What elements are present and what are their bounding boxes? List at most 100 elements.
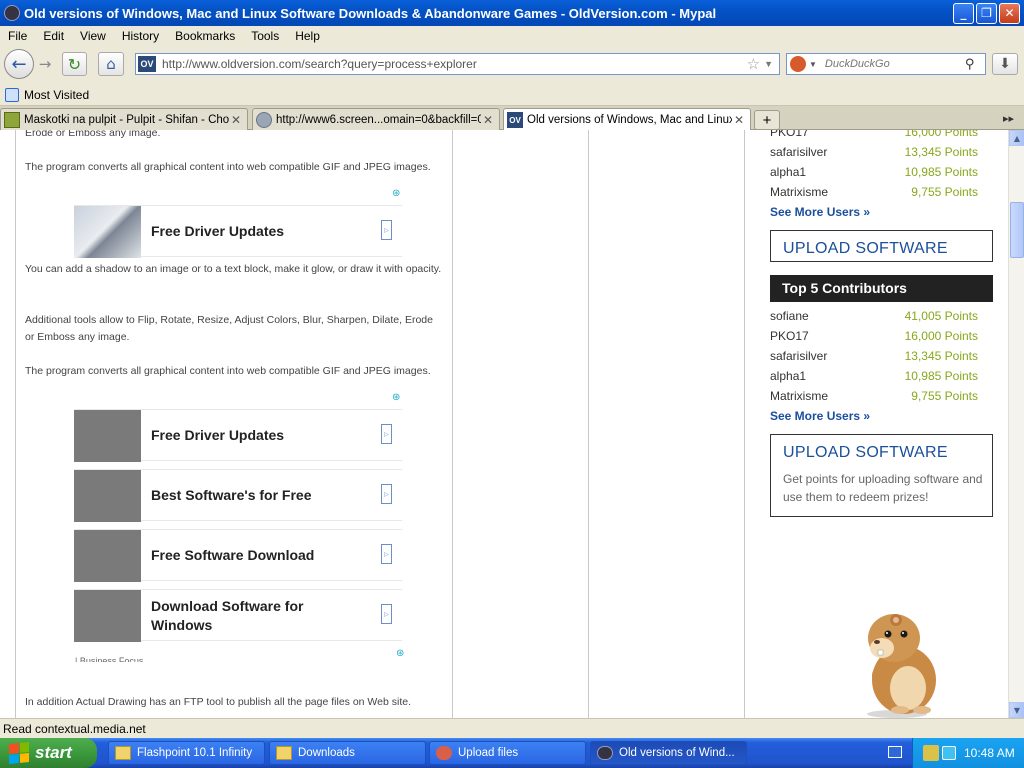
user-name[interactable]: safarisilver xyxy=(770,349,827,363)
ad-arrow-icon[interactable]: ▷ xyxy=(381,424,392,444)
tab-close-icon[interactable]: ✕ xyxy=(481,113,495,127)
user-name[interactable]: Matrixisme xyxy=(770,185,828,199)
window-titlebar: Old versions of Windows, Mac and Linux S… xyxy=(0,0,1024,26)
ad-title[interactable]: Download Software for Windows xyxy=(151,597,351,635)
tab-screen[interactable]: http://www6.screen...omain=0&backfill=0 … xyxy=(252,108,500,130)
hamster-mascot[interactable] xyxy=(852,610,942,718)
search-input[interactable] xyxy=(824,58,965,70)
menu-bookmarks[interactable]: Bookmarks xyxy=(167,29,243,43)
page-scrollbar[interactable]: ▲ ▼ xyxy=(1008,130,1024,718)
contributor-row: safarisilver 13,345 Points xyxy=(770,349,978,367)
window-title: Old versions of Windows, Mac and Linux S… xyxy=(24,5,717,21)
user-name[interactable]: alpha1 xyxy=(770,165,806,179)
menu-edit[interactable]: Edit xyxy=(35,29,72,43)
ad-title[interactable]: Best Software's for Free xyxy=(151,487,312,503)
url-bar[interactable]: OV http://www.oldversion.com/search?quer… xyxy=(135,53,780,75)
tab-close-icon[interactable]: ✕ xyxy=(229,113,243,127)
taskbar-item-flashpoint[interactable]: Flashpoint 10.1 Infinity xyxy=(108,741,265,765)
user-points: 16,000 Points xyxy=(904,130,978,139)
user-name[interactable]: sofiane xyxy=(770,309,809,323)
scroll-up-arrow-icon: ▲ xyxy=(1013,133,1021,143)
ad-unit[interactable]: Free Driver Updates ▷ xyxy=(74,409,402,462)
folder-icon xyxy=(115,746,131,760)
scroll-up-button[interactable]: ▲ xyxy=(1009,130,1024,146)
menu-history[interactable]: History xyxy=(114,29,167,43)
ad-title[interactable]: Free Driver Updates xyxy=(151,223,284,239)
bookmark-star-icon[interactable]: ☆ xyxy=(747,55,760,73)
ad-unit[interactable]: Free Driver Updates ▷ xyxy=(74,205,402,258)
ad-thumbnail xyxy=(74,206,141,258)
column-divider xyxy=(15,130,16,718)
search-icon[interactable]: ⚲ xyxy=(965,57,975,72)
search-engine-dropdown-icon[interactable]: ▼ xyxy=(809,60,817,69)
url-text[interactable]: http://www.oldversion.com/search?query=p… xyxy=(162,57,747,71)
user-row: PKO17 16,000 Points xyxy=(770,130,978,143)
url-history-dropdown-icon[interactable]: ▼ xyxy=(764,59,773,69)
tab-maskotki[interactable]: Maskotki na pulpit - Pulpit - Shifan - C… xyxy=(0,108,248,130)
ad-unit[interactable]: Best Software's for Free ▷ xyxy=(74,469,402,522)
tab-oldversion[interactable]: OV Old versions of Windows, Mac and Linu… xyxy=(503,108,751,131)
scrollbar-thumb[interactable] xyxy=(1010,202,1024,258)
user-points: 9,755 Points xyxy=(911,185,978,199)
menu-view[interactable]: View xyxy=(72,29,114,43)
ad-arrow-icon[interactable]: ▷ xyxy=(381,484,392,504)
home-button[interactable]: ⌂ xyxy=(98,52,124,76)
menu-tools[interactable]: Tools xyxy=(243,29,287,43)
taskbar-clock[interactable]: 10:48 AM xyxy=(964,746,1015,760)
upload-software-box[interactable]: UPLOAD SOFTWARE xyxy=(770,230,993,262)
tab-close-icon[interactable]: ✕ xyxy=(732,113,746,127)
ad-title[interactable]: Free Driver Updates xyxy=(151,427,284,443)
scroll-down-button[interactable]: ▼ xyxy=(1009,702,1024,718)
globe-icon xyxy=(256,111,272,128)
duckduckgo-icon[interactable] xyxy=(790,56,806,72)
list-all-tabs-icon[interactable]: ▸▸ xyxy=(1003,112,1014,125)
site-favicon-icon: OV xyxy=(138,56,156,72)
status-bar: Read contextual.media.net xyxy=(0,718,1024,738)
ad-thumbnail xyxy=(74,590,141,642)
tab-label: http://www6.screen...omain=0&backfill=0 xyxy=(276,113,481,126)
new-tab-button[interactable]: + xyxy=(754,110,780,130)
user-name[interactable]: safarisilver xyxy=(770,145,827,159)
menu-file[interactable]: File xyxy=(0,29,35,43)
ad-arrow-icon[interactable]: ▷ xyxy=(381,604,392,624)
see-more-users-link[interactable]: See More Users » xyxy=(770,409,870,423)
user-name[interactable]: PKO17 xyxy=(770,329,809,343)
ad-unit[interactable]: Download Software for Windows ▷ xyxy=(74,589,402,642)
user-name[interactable]: Matrixisme xyxy=(770,389,828,403)
upload-software-title[interactable]: UPLOAD SOFTWARE xyxy=(783,240,948,258)
tray-network-icon[interactable] xyxy=(942,746,956,760)
user-name[interactable]: PKO17 xyxy=(770,130,809,139)
upload-software-title[interactable]: UPLOAD SOFTWARE xyxy=(783,444,948,462)
restore-button[interactable]: ❐ xyxy=(976,2,997,24)
adchoices-icon[interactable]: ⊛ xyxy=(392,188,400,199)
taskbar-item-label: Upload files xyxy=(458,747,519,759)
ad-unit[interactable]: Free Software Download ▷ xyxy=(74,529,402,582)
close-button[interactable]: ✕ xyxy=(999,2,1020,24)
taskbar-item-oldversion[interactable]: Old versions of Wind... xyxy=(590,741,747,765)
see-more-users-link[interactable]: See More Users » xyxy=(770,205,870,219)
ad-arrow-icon[interactable]: ▷ xyxy=(381,544,392,564)
back-button[interactable]: ← xyxy=(4,49,34,79)
menu-bar: File Edit View History Bookmarks Tools H… xyxy=(0,26,1024,46)
forward-button[interactable]: → xyxy=(35,54,55,74)
keyboard-layout-icon[interactable] xyxy=(888,746,902,758)
reload-button[interactable]: ↻ xyxy=(62,52,87,76)
ad-title[interactable]: Free Software Download xyxy=(151,547,314,563)
adchoices-icon[interactable]: ⊛ xyxy=(396,648,404,659)
tray-app-icon[interactable] xyxy=(923,745,939,761)
search-bar[interactable]: ▼ ⚲ xyxy=(786,53,986,75)
taskbar-item-upload-files[interactable]: Upload files xyxy=(429,741,586,765)
adchoices-icon[interactable]: ⊛ xyxy=(392,392,400,403)
downloads-button[interactable]: ⬇ xyxy=(992,53,1018,75)
tab-favicon-icon xyxy=(4,111,20,128)
most-visited-icon xyxy=(5,87,19,102)
most-visited-bookmark[interactable]: Most Visited xyxy=(24,88,89,102)
menu-help[interactable]: Help xyxy=(287,29,328,43)
article-paragraph: The program converts all graphical conte… xyxy=(25,161,431,173)
start-button[interactable]: start xyxy=(0,738,97,768)
taskbar-item-downloads[interactable]: Downloads xyxy=(269,741,426,765)
ad-arrow-icon[interactable]: ▷ xyxy=(381,220,392,240)
user-name[interactable]: alpha1 xyxy=(770,369,806,383)
minimize-button[interactable]: _ xyxy=(953,2,974,24)
upload-software-box[interactable]: UPLOAD SOFTWARE Get points for uploading… xyxy=(770,434,993,517)
